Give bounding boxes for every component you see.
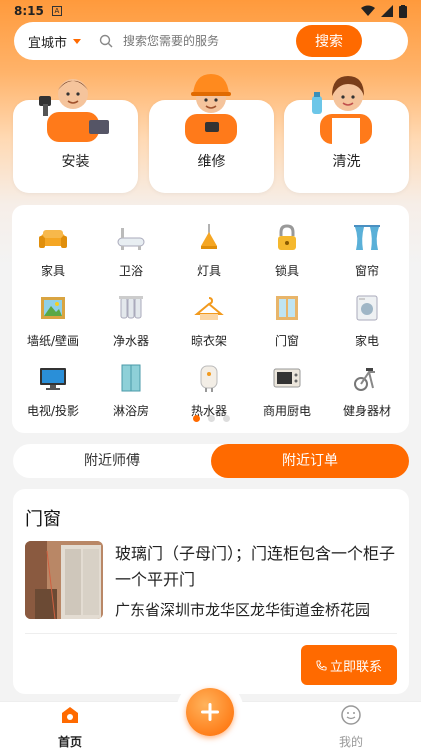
category-tv-projector[interactable]: 电视/投影 <box>14 362 92 419</box>
category-shower-room[interactable]: 淋浴房 <box>92 362 170 419</box>
category-label: 健身器材 <box>342 404 391 418</box>
category-label: 净水器 <box>112 334 149 348</box>
order-address: 广东省深圳市龙华区龙华街道金桥花园 <box>115 601 371 619</box>
bathtub-icon <box>117 228 145 250</box>
lamp-icon <box>201 224 217 249</box>
door-photo-image <box>25 541 103 619</box>
page-indicator <box>193 415 230 422</box>
search-input[interactable] <box>123 34 408 48</box>
wall-painting-icon <box>41 297 65 319</box>
category-doors-windows[interactable]: 门窗 <box>248 292 326 349</box>
phone-icon <box>316 659 327 671</box>
category-water-heater[interactable]: 热水器 <box>170 362 248 419</box>
chevron-down-icon[interactable] <box>73 38 82 44</box>
category-label: 墙纸/壁画 <box>26 334 80 348</box>
category-label: 窗帘 <box>354 264 379 278</box>
category-label: 卫浴 <box>118 264 143 278</box>
city-selector[interactable]: 宜城市 <box>28 32 67 51</box>
home-icon <box>62 707 78 723</box>
category-label: 电视/投影 <box>26 404 80 418</box>
shower-room-icon <box>121 364 141 392</box>
page-dot[interactable] <box>223 415 230 422</box>
category-label: 商用厨电 <box>262 404 311 418</box>
category-furniture[interactable]: 家具 <box>14 222 92 279</box>
category-curtains[interactable]: 窗帘 <box>328 222 406 279</box>
smiley-icon <box>341 705 361 725</box>
search-button[interactable]: 搜索 <box>296 25 362 57</box>
tv-icon <box>40 368 66 390</box>
curtain-icon <box>354 225 380 250</box>
category-label: 家具 <box>40 264 65 278</box>
page-dot[interactable] <box>193 415 200 422</box>
tab-nearby-orders[interactable]: 附近订单 <box>211 444 409 478</box>
nav-mine[interactable]: 我的 <box>321 704 381 748</box>
category-label: 门窗 <box>274 334 299 348</box>
category-water-purifier[interactable]: 净水器 <box>92 292 170 349</box>
nav-mine-label: 我的 <box>338 735 363 748</box>
service-label: 清洗 <box>332 154 361 170</box>
service-label: 维修 <box>197 154 226 170</box>
exercise-bike-icon <box>354 368 375 391</box>
notification-a-icon: A <box>51 6 62 16</box>
plus-icon <box>201 703 219 721</box>
water-heater-icon <box>200 365 218 392</box>
nav-home[interactable]: 首页 <box>40 704 100 748</box>
washing-machine-icon <box>356 295 378 321</box>
page-dot[interactable] <box>208 415 215 422</box>
wifi-icon <box>361 5 375 16</box>
search-icon <box>99 34 113 48</box>
category-label: 晾衣架 <box>190 334 227 348</box>
nav-home-label: 首页 <box>57 735 82 748</box>
contact-button-label: 立即联系 <box>329 658 382 674</box>
category-label: 家电 <box>354 334 379 348</box>
category-locks[interactable]: 锁具 <box>248 222 326 279</box>
repairman-avatar-icon <box>185 74 237 144</box>
order-thumbnail <box>25 541 103 619</box>
hanger-icon <box>194 297 224 320</box>
divider <box>25 633 397 634</box>
oven-icon <box>273 368 301 388</box>
tab-bar: 附近师傅 附近订单 <box>13 444 409 478</box>
window-icon <box>276 296 298 320</box>
service-label: 安装 <box>61 154 90 170</box>
sofa-icon <box>39 230 67 248</box>
battery-icon <box>399 4 407 18</box>
category-bathroom[interactable]: 卫浴 <box>92 222 170 279</box>
search-bar: 宜城市 搜索 <box>14 22 408 60</box>
category-hanger[interactable]: 晾衣架 <box>170 292 248 349</box>
status-time: 8:15 <box>14 4 44 18</box>
category-lamps[interactable]: 灯具 <box>170 222 248 279</box>
category-label: 淋浴房 <box>112 404 149 418</box>
add-button[interactable] <box>186 688 234 736</box>
tab-nearby-masters[interactable]: 附近师傅 <box>13 444 211 478</box>
signal-icon <box>381 5 393 17</box>
order-title: 门窗 <box>25 509 61 530</box>
category-label: 锁具 <box>274 264 299 278</box>
water-purifier-icon <box>119 296 143 319</box>
status-bar: 8:15 A <box>0 0 421 22</box>
category-commercial-kitchen[interactable]: 商用厨电 <box>248 362 326 419</box>
contact-button[interactable]: 立即联系 <box>301 645 397 685</box>
category-label: 灯具 <box>196 264 221 278</box>
order-description: 玻璃门（子母门）；门连柜包含一个柜子一个平开门 <box>115 544 396 589</box>
order-card[interactable]: 门窗 玻璃门（子母门）；门连柜包含一个柜子一个平开门 广东省深圳市龙华区龙华街道… <box>13 489 409 694</box>
cleaner-avatar-icon <box>312 76 372 144</box>
lock-icon <box>278 224 296 250</box>
category-wallpaper[interactable]: 墙纸/壁画 <box>14 292 92 349</box>
installer-avatar-icon <box>39 79 109 142</box>
category-appliances[interactable]: 家电 <box>328 292 406 349</box>
category-fitness[interactable]: 健身器材 <box>328 362 406 419</box>
